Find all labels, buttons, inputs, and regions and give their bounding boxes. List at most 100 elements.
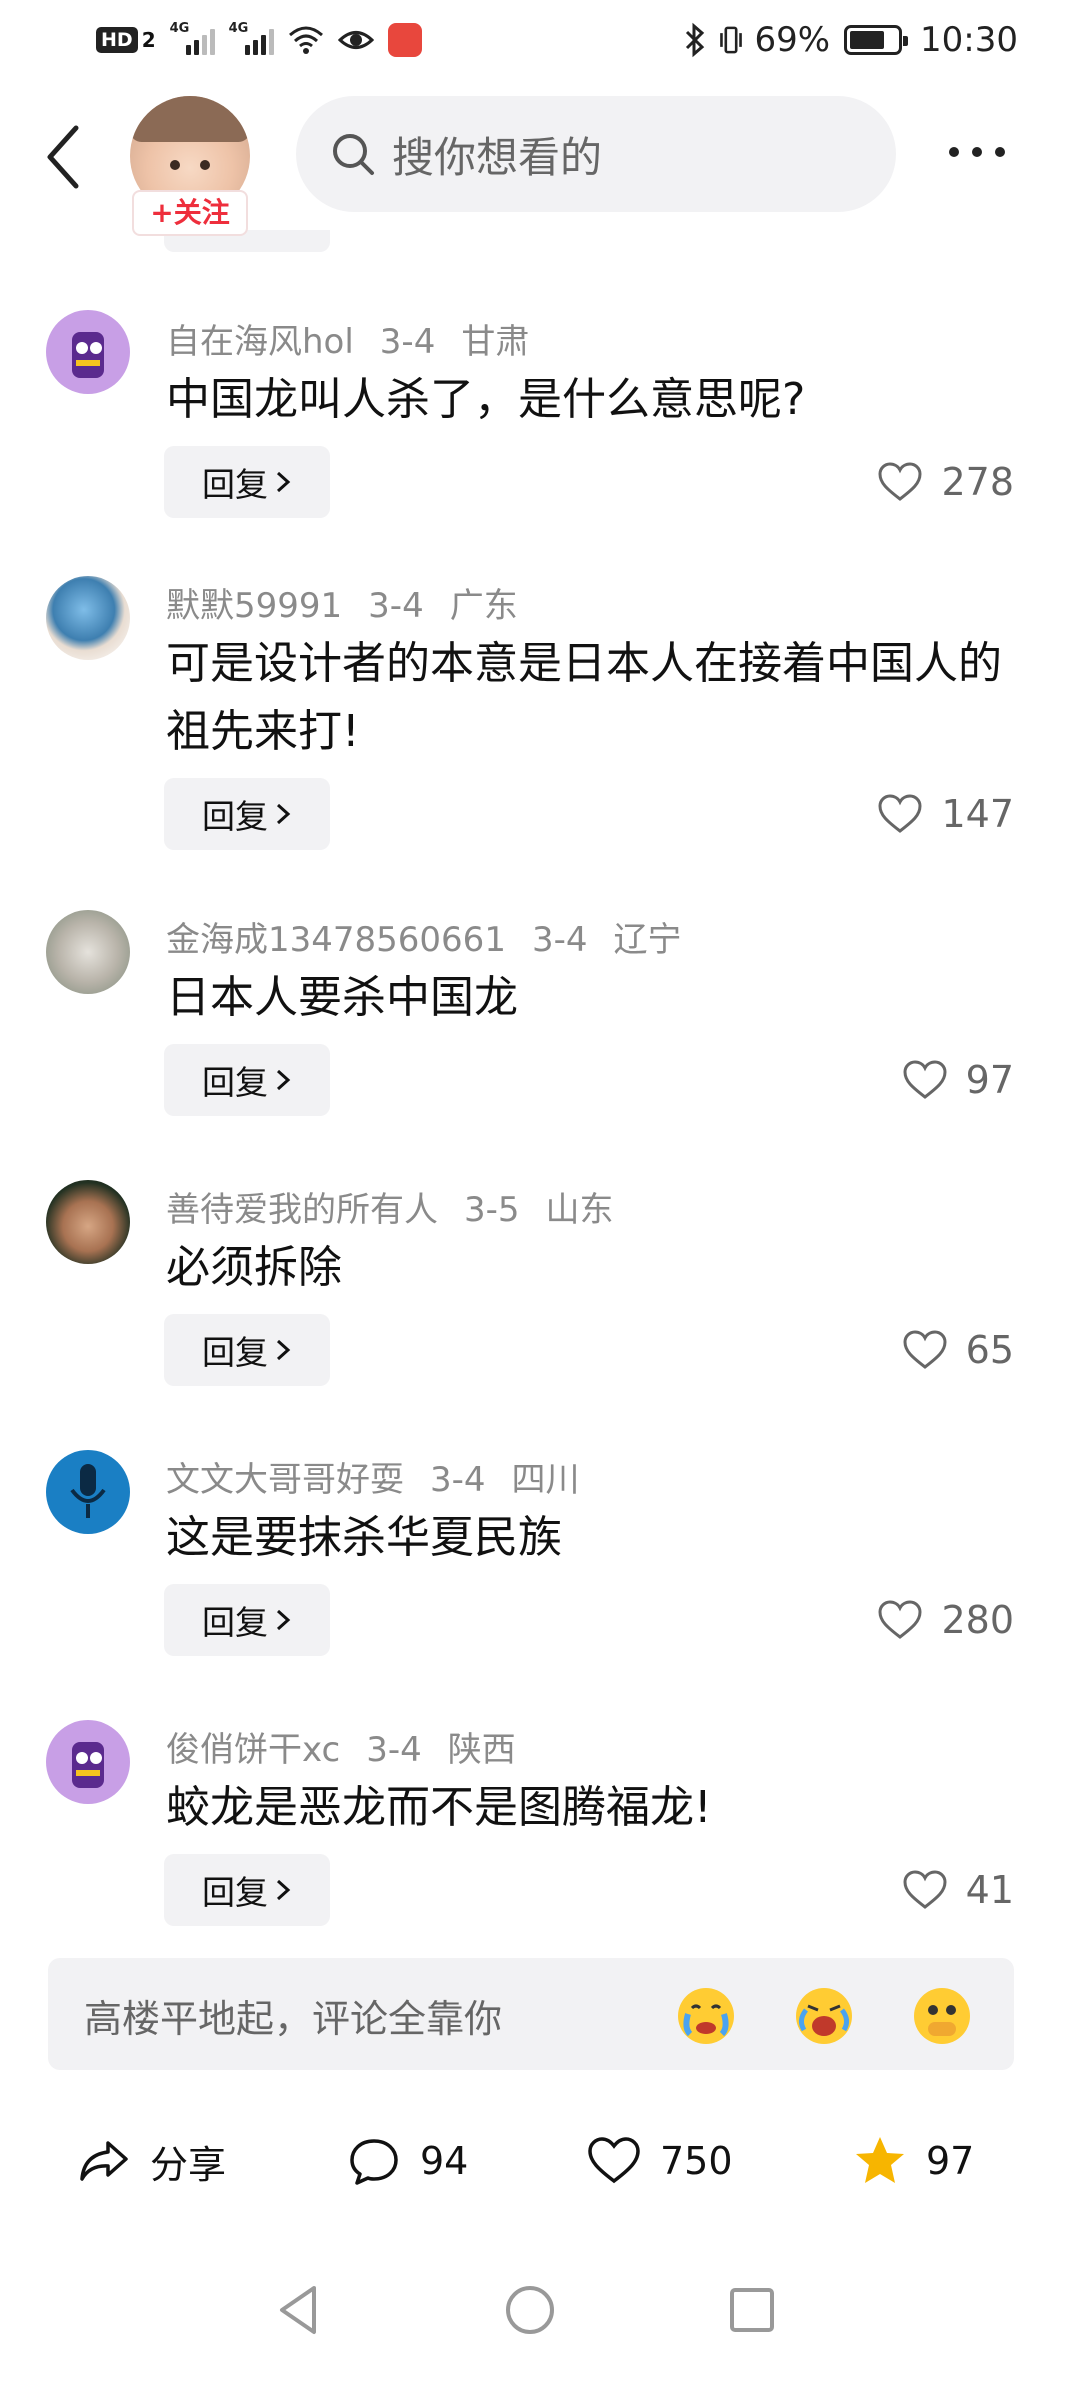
heart-icon: [903, 1060, 947, 1099]
comment-region: 四川: [511, 1460, 580, 1500]
favorite-button[interactable]: 97: [852, 2126, 974, 2196]
back-arrow-icon[interactable]: [40, 122, 90, 192]
nav-back-icon[interactable]: [270, 2280, 330, 2340]
heart-icon: [878, 1600, 922, 1639]
comment-icon: [350, 2139, 398, 2185]
search-icon: [333, 134, 374, 175]
wifi-icon: [288, 26, 323, 54]
username[interactable]: 文文大哥哥好耍: [166, 1460, 404, 1500]
top-header: +关注 搜你想看的: [0, 80, 1080, 236]
reply-button[interactable]: 回复: [164, 1584, 330, 1656]
action-bar: 分享 94 750 97: [0, 2120, 1080, 2200]
clock: 10:30: [920, 20, 1018, 60]
comment-date: 3-5: [464, 1190, 520, 1230]
more-icon[interactable]: [946, 142, 1008, 162]
reply-button[interactable]: 回复: [164, 778, 330, 850]
nav-recents-icon[interactable]: [722, 2280, 782, 2340]
covering-mouth-emoji-icon[interactable]: [910, 1984, 974, 2048]
user-avatar[interactable]: [46, 1720, 130, 1804]
username[interactable]: 俊俏饼干xc: [166, 1730, 340, 1770]
comment-date: 3-4: [379, 322, 436, 362]
like-count: 41: [965, 1868, 1014, 1912]
comment-date: 3-4: [368, 586, 424, 626]
status-right: 69% 10:30: [682, 18, 1018, 62]
like-count: 97: [965, 1058, 1014, 1102]
like-button[interactable]: 65: [902, 1320, 1014, 1380]
search-placeholder: 搜你想看的: [392, 132, 603, 182]
sim-number: 2: [141, 28, 156, 52]
username[interactable]: 自在海风hol: [166, 322, 354, 362]
wailing-emoji-icon[interactable]: [792, 1984, 856, 2048]
reply-button[interactable]: 回复: [164, 446, 330, 518]
like-count: 280: [941, 1598, 1014, 1642]
heart-icon: [903, 1870, 947, 1909]
comment-input[interactable]: 高楼平地起，评论全靠你: [48, 1958, 1014, 2070]
comments-button[interactable]: 94: [346, 2126, 468, 2196]
chevron-right-icon: [276, 1339, 291, 1361]
nav-home-icon[interactable]: [500, 2280, 560, 2340]
comment-meta: 金海成13478560661 3-4 辽宁: [166, 912, 708, 961]
battery-percent: 69%: [754, 20, 831, 60]
reply-button[interactable]: 回复: [164, 1314, 330, 1386]
reply-button[interactable]: 回复: [164, 1854, 330, 1926]
star-icon: [856, 2137, 904, 2183]
share-label: 分享: [150, 2142, 227, 2187]
comment-meta: 文文大哥哥好耍 3-4 四川: [166, 1452, 606, 1501]
chevron-right-icon: [276, 1879, 291, 1901]
chevron-right-icon: [276, 803, 291, 825]
heart-icon: [903, 1330, 947, 1369]
huawei-appgallery-icon: [387, 23, 422, 57]
user-avatar[interactable]: [46, 576, 130, 660]
follow-button[interactable]: +关注: [132, 190, 248, 236]
share-icon: [80, 2141, 128, 2181]
comment-text: 蛟龙是恶龙而不是图腾福龙!: [166, 1782, 712, 1833]
comment-text: 中国龙叫人杀了，是什么意思呢?: [166, 374, 806, 425]
eye-icon: [337, 31, 374, 49]
username[interactable]: 默默59991: [166, 586, 342, 626]
comment-region: 广东: [449, 586, 518, 626]
chevron-right-icon: [276, 471, 291, 493]
favorites-count: 97: [926, 2139, 975, 2183]
comment-region: 辽宁: [613, 920, 682, 960]
share-button[interactable]: 分享: [76, 2126, 226, 2196]
vibrate-icon: [720, 26, 743, 54]
comment-text: 日本人要杀中国龙: [166, 972, 518, 1023]
crying-emoji-icon[interactable]: [674, 1984, 738, 2048]
username[interactable]: 善待爱我的所有人: [166, 1190, 438, 1230]
hd-badge: HD: [96, 27, 138, 53]
like-button[interactable]: 97: [902, 1050, 1014, 1110]
like-post-button[interactable]: 750: [586, 2126, 733, 2196]
user-avatar[interactable]: [46, 1450, 130, 1534]
like-button[interactable]: 41: [902, 1860, 1014, 1920]
reply-button[interactable]: 回复: [164, 1044, 330, 1116]
like-button[interactable]: 278: [877, 452, 1014, 512]
comment-region: 甘肃: [461, 322, 530, 362]
like-button[interactable]: 280: [877, 1590, 1014, 1650]
comment-text: 必须拆除: [166, 1242, 342, 1293]
comment-meta: 默默59991 3-4 广东: [166, 578, 544, 627]
comments-count: 94: [420, 2139, 469, 2183]
chevron-right-icon: [276, 1609, 291, 1631]
heart-icon: [878, 794, 922, 833]
status-bar: HD 2 4G 4G 69% 10:30: [0, 0, 1080, 80]
comment-input-placeholder: 高楼平地起，评论全靠你: [84, 1997, 503, 2041]
comment-meta: 善待爱我的所有人 3-5 山东: [166, 1182, 640, 1231]
heart-icon: [588, 2137, 640, 2184]
battery-icon: [844, 25, 909, 55]
comment-region: 山东: [545, 1190, 614, 1230]
user-avatar[interactable]: [46, 310, 130, 394]
search-input[interactable]: 搜你想看的: [296, 96, 896, 212]
like-button[interactable]: 147: [877, 784, 1014, 844]
user-avatar[interactable]: [46, 1180, 130, 1264]
like-count: 278: [941, 460, 1014, 504]
user-avatar[interactable]: [46, 910, 130, 994]
like-count: 147: [941, 792, 1014, 836]
signal-icon-2: 4G: [229, 21, 274, 55]
heart-icon: [878, 462, 922, 501]
comment-text: 可是设计者的本意是日本人在接着中国人的祖先来打!: [166, 638, 1002, 757]
signal-icon: 4G: [170, 21, 215, 55]
bluetooth-icon: [686, 22, 705, 58]
username[interactable]: 金海成13478560661: [166, 920, 506, 960]
system-navigation-bar: [0, 2250, 1080, 2370]
comment-date: 3-4: [366, 1730, 422, 1770]
